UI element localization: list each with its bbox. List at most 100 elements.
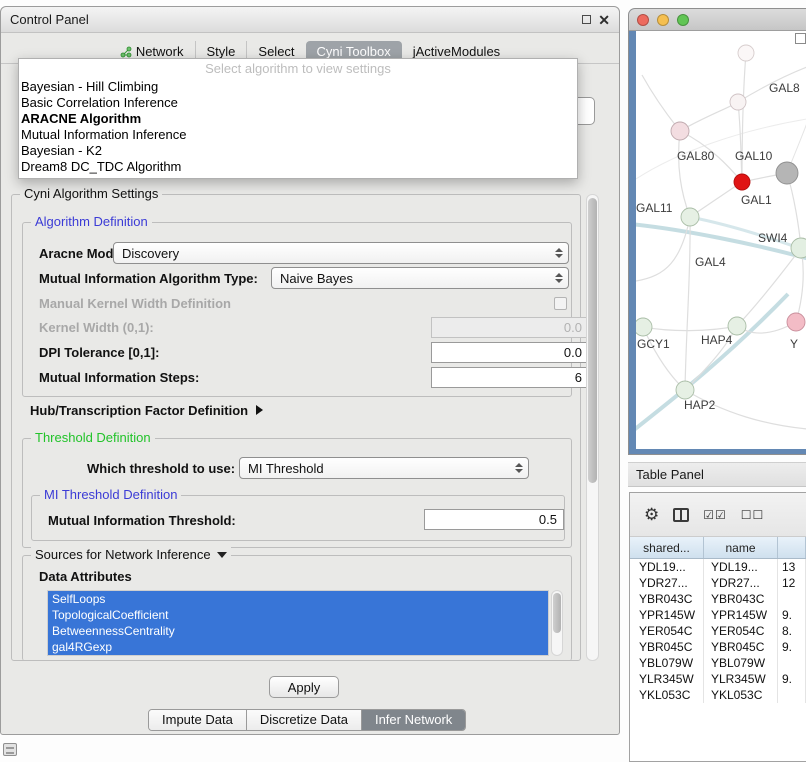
dropdown-option[interactable]: Bayesian - K2 [19,143,577,159]
tab-discretize-data[interactable]: Discretize Data [246,710,361,730]
table-row[interactable]: YDR27... YDR27... 12 [630,575,806,591]
close-traffic-light[interactable] [637,14,649,26]
table-row[interactable]: YLR345W YLR345W 9. [630,671,806,687]
select-all-checks-icon[interactable]: ☑☑ [703,508,727,522]
manual-kernel-label: Manual Kernel Width Definition [39,296,231,311]
overview-toggle[interactable] [795,33,806,44]
attribute-item[interactable]: BetweennessCentrality [48,623,548,639]
which-threshold-label: Which threshold to use: [87,461,235,476]
columns-icon[interactable] [673,508,689,522]
which-threshold-combo[interactable]: MI Threshold [239,457,529,479]
tab-impute-data[interactable]: Impute Data [149,710,246,730]
node-label: GAL4 [695,255,726,269]
dropdown-placeholder: Select algorithm to view settings [19,59,577,79]
network-window-titlebar[interactable] [629,9,806,31]
table-row[interactable]: YBL079W YBL079W [630,655,806,671]
node-label: GAL80 [677,149,714,163]
network-node[interactable] [681,208,699,226]
node-label: Y [790,337,798,351]
combo-arrows-icon [555,273,563,283]
dropdown-option[interactable]: Dream8 DC_TDC Algorithm [19,159,577,175]
table-body: YDL19... YDL19... 13 YDR27... YDR27... 1… [630,559,806,761]
aracne-mode-combo[interactable]: Discovery [113,242,569,264]
algorithm-dropdown-popup: Select algorithm to view settings Bayesi… [18,58,578,179]
table-row[interactable]: YKL053C YKL053C [630,687,806,703]
mi-threshold-group: MI Threshold Definition Mutual Informati… [31,495,565,541]
column-header-name[interactable]: name [704,537,778,558]
kernel-width-label: Kernel Width (0,1): [39,320,154,335]
kernel-width-field: 0.0 [431,317,589,338]
table-row[interactable]: YDL19... YDL19... 13 [630,559,806,575]
network-node[interactable] [676,381,694,399]
attribute-item[interactable]: SelfLoops [48,591,548,607]
zoom-traffic-light[interactable] [677,14,689,26]
float-window-button[interactable] [582,15,591,24]
network-node[interactable] [791,238,806,258]
node-label: HAP4 [701,333,732,347]
data-attributes-list: SelfLoops TopologicalCoefficient Between… [47,590,549,656]
settings-scrollbar[interactable] [586,194,599,661]
table-header-row: shared... name [630,537,806,559]
apply-button[interactable]: Apply [269,676,339,698]
network-node[interactable] [787,313,805,331]
mi-steps-field[interactable]: 6 [431,367,589,388]
network-node[interactable] [776,162,798,184]
column-header-shared-name[interactable]: shared... [630,537,704,558]
sources-group: Sources for Network Inference Data Attri… [22,555,572,661]
bottom-tab-bar: Impute Data Discretize Data Infer Networ… [148,709,466,731]
attribute-item[interactable]: gal4RGexp [48,639,548,655]
table-panel-title: Table Panel [636,467,704,482]
gear-icon[interactable]: ⚙ [644,506,659,523]
dropdown-option[interactable]: Basic Correlation Inference [19,95,577,111]
table-panel-window: ⚙ ☑☑ ☐☐ shared... name YDL19... YDL19...… [629,492,806,762]
table-row[interactable]: YPR145W YPR145W 9. [630,607,806,623]
dpi-tolerance-field[interactable]: 0.0 [431,342,589,363]
node-label: GAL10 [735,149,772,163]
mi-steps-label: Mutual Information Steps: [39,370,199,385]
mi-type-combo[interactable]: Naive Bayes [271,267,569,289]
mi-threshold-label: Mutual Information Threshold: [48,513,236,528]
combo-arrows-icon [515,463,523,473]
attribute-list-scrollbar[interactable] [551,590,563,656]
attribute-item[interactable]: TopologicalCoefficient [48,607,548,623]
panel-grip-icon[interactable] [3,743,17,756]
data-attributes-label: Data Attributes [39,569,132,584]
mi-type-label: Mutual Information Algorithm Type: [39,271,258,286]
close-window-button[interactable]: ✕ [598,13,610,27]
deselect-all-checks-icon[interactable]: ☐☐ [741,508,765,522]
node-label: SWI4 [758,231,787,245]
algorithm-definition-title: Algorithm Definition [31,214,152,229]
dropdown-option[interactable]: Bayesian - Hill Climbing [19,79,577,95]
dropdown-option[interactable]: Mutual Information Inference [19,127,577,143]
hub-section-toggle[interactable]: Hub/Transcription Factor Definition [30,401,263,419]
threshold-definition-title: Threshold Definition [31,430,155,445]
network-node[interactable] [738,45,754,61]
tab-infer-network[interactable]: Infer Network [361,710,465,730]
table-row[interactable]: YBR045C YBR045C 9. [630,639,806,655]
hub-section-label: Hub/Transcription Factor Definition [30,403,248,418]
minimize-traffic-light[interactable] [657,14,669,26]
manual-kernel-checkbox [554,297,567,310]
network-node[interactable] [734,174,750,190]
network-node[interactable] [730,94,746,110]
column-header-partial[interactable] [778,537,806,558]
node-label: GCY1 [637,337,670,351]
network-canvas[interactable]: GAL8 GAL80 GAL10 GAL11 GAL1 SWI4 GAL4 GC… [636,31,806,449]
network-node[interactable] [636,318,652,336]
dropdown-option-selected[interactable]: ARACNE Algorithm [19,111,577,127]
mi-threshold-field[interactable]: 0.5 [424,509,564,530]
table-row[interactable]: YBR043C YBR043C [630,591,806,607]
network-node[interactable] [671,122,689,140]
screenshot-root: Control Panel ✕ Network Style Select Cyn… [0,0,806,762]
threshold-definition-group: Threshold Definition Which threshold to … [22,438,572,548]
dpi-tolerance-label: DPI Tolerance [0,1]: [39,345,159,360]
collapse-arrow-icon [256,405,263,415]
node-label: GAL1 [741,193,772,207]
expand-arrow-icon [217,552,227,558]
table-panel-titlebar[interactable]: Table Panel [628,462,806,487]
table-toolbar: ⚙ ☑☑ ☐☐ [630,493,806,537]
table-row[interactable]: YER054C YER054C 8. [630,623,806,639]
control-panel-titlebar[interactable]: Control Panel ✕ [1,7,619,33]
node-label: GAL11 [636,201,672,215]
sources-group-title[interactable]: Sources for Network Inference [31,547,231,562]
